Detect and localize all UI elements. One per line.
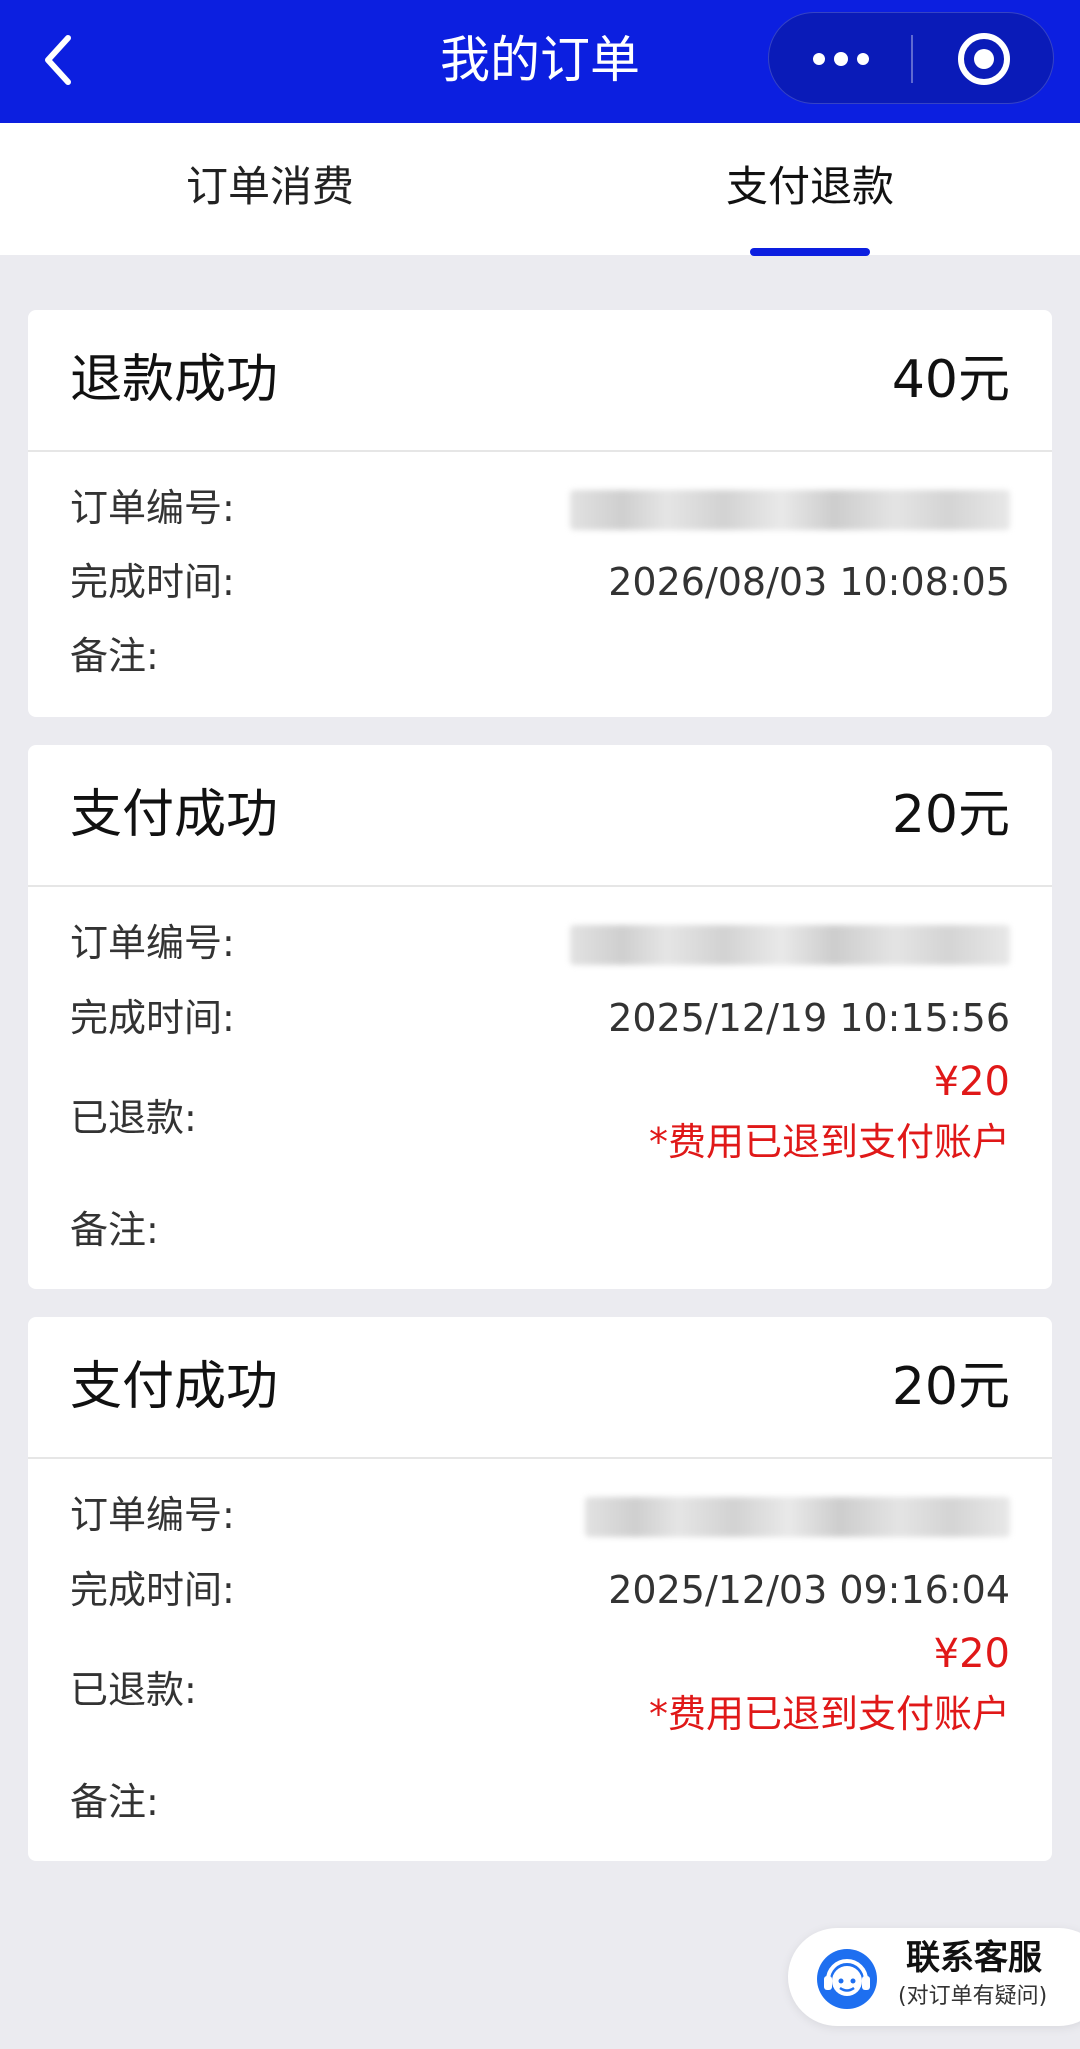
refund-note: *费用已退到支付账户 (648, 1692, 1010, 1736)
refunded-row: 已退款: ¥20 *费用已退到支付账户 (70, 1624, 1010, 1754)
order-amount: 40元 (891, 350, 1010, 410)
tab-bar: 订单消费 支付退款 (0, 123, 1080, 255)
card-header: 退款成功 40元 (28, 310, 1052, 452)
order-card: 支付成功 20元 订单编号: 完成时间: 2025/12/19 10:15:56… (28, 745, 1052, 1289)
finish-time-value: 2025/12/19 10:15:56 (608, 996, 1010, 1040)
order-number-redacted (570, 490, 1010, 530)
remark-label: 备注: (70, 1780, 159, 1824)
order-amount: 20元 (891, 785, 1010, 845)
finish-time-row: 完成时间: 2025/12/03 09:16:04 (70, 1560, 1010, 1620)
back-button[interactable] (36, 30, 88, 90)
finish-time-row: 完成时间: 2026/08/03 10:08:05 (70, 552, 1010, 612)
active-tab-indicator (750, 248, 870, 256)
refund-amount: ¥20 (933, 1631, 1010, 1677)
contact-support-button[interactable]: 联系客服 (对订单有疑问) (788, 1928, 1080, 2026)
order-card: 支付成功 20元 订单编号: 完成时间: 2025/12/03 09:16:04… (28, 1317, 1052, 1861)
order-status: 支付成功 (70, 785, 279, 845)
headset-icon (817, 1949, 877, 2009)
finish-time-value: 2025/12/03 09:16:04 (608, 1568, 1010, 1612)
more-button[interactable] (769, 13, 911, 105)
close-mini-program-button[interactable] (913, 13, 1055, 105)
contact-support-subtitle: (对订单有疑问) (898, 1984, 1048, 2009)
order-number-row: 订单编号: (70, 478, 1010, 538)
order-number-label: 订单编号: (70, 921, 235, 965)
order-status: 支付成功 (70, 1357, 279, 1417)
order-amount: 20元 (891, 1357, 1010, 1417)
order-number-label: 订单编号: (70, 1493, 235, 1537)
tab-payment-refund[interactable]: 支付退款 (540, 123, 1080, 255)
finish-time-label: 完成时间: (70, 1568, 235, 1612)
remark-row: 备注: (70, 626, 1010, 686)
remark-label: 备注: (70, 634, 159, 678)
nav-bar: 我的订单 (0, 0, 1080, 123)
order-status: 退款成功 (70, 350, 279, 410)
order-number-redacted (570, 925, 1010, 965)
finish-time-value: 2026/08/03 10:08:05 (608, 560, 1010, 604)
contact-support-title: 联系客服 (906, 1938, 1042, 1978)
finish-time-row: 完成时间: 2025/12/19 10:15:56 (70, 988, 1010, 1048)
refunded-row: 已退款: ¥20 *费用已退到支付账户 (70, 1052, 1010, 1182)
refund-amount: ¥20 (933, 1059, 1010, 1105)
order-number-label: 订单编号: (70, 486, 235, 530)
order-number-row: 订单编号: (70, 913, 1010, 973)
order-number-row: 订单编号: (70, 1485, 1010, 1545)
chevron-left-icon (45, 35, 71, 85)
tab-order-consumption[interactable]: 订单消费 (0, 123, 540, 255)
mini-program-capsule (768, 12, 1054, 104)
order-card: 退款成功 40元 订单编号: 完成时间: 2026/08/03 10:08:05… (28, 310, 1052, 717)
card-header: 支付成功 20元 (28, 745, 1052, 887)
remark-row: 备注: (70, 1200, 1010, 1260)
card-header: 支付成功 20元 (28, 1317, 1052, 1459)
refund-note: *费用已退到支付账户 (648, 1120, 1010, 1164)
refunded-label: 已退款: (70, 1096, 197, 1140)
finish-time-label: 完成时间: (70, 996, 235, 1040)
finish-time-label: 完成时间: (70, 560, 235, 604)
order-number-redacted (585, 1497, 1010, 1537)
remark-label: 备注: (70, 1208, 159, 1252)
refunded-label: 已退款: (70, 1668, 197, 1712)
remark-row: 备注: (70, 1772, 1010, 1832)
